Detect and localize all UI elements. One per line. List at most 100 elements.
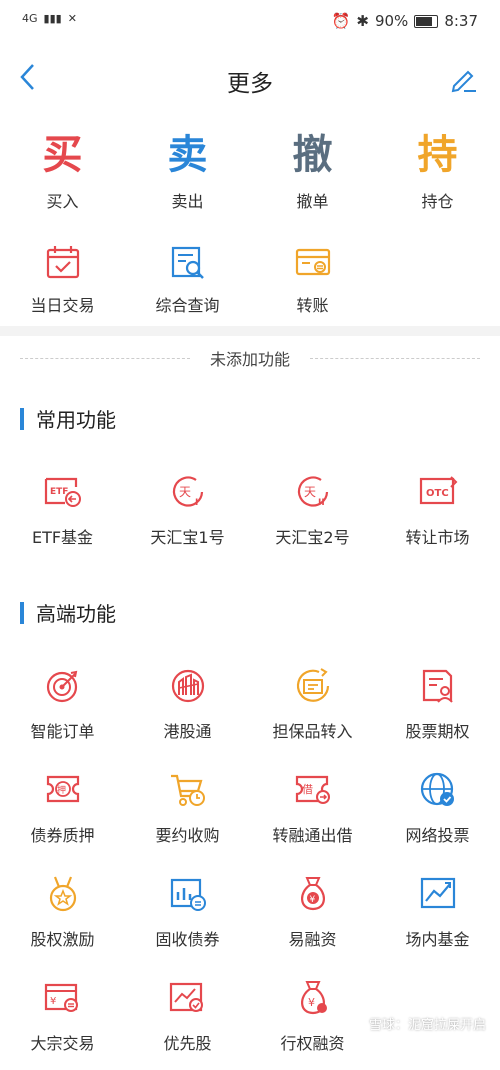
func-tianhui1-label: 天汇宝1号 bbox=[150, 528, 225, 547]
svg-text:借: 借 bbox=[302, 783, 313, 796]
func-tianhui2-label: 天汇宝2号 bbox=[275, 528, 350, 547]
wifi-icon: ✕ bbox=[67, 12, 77, 25]
quick-position[interactable]: 持 持仓 bbox=[375, 116, 500, 220]
svg-text:天: 天 bbox=[179, 485, 191, 499]
quick-transfer[interactable]: 转账 bbox=[250, 220, 375, 324]
func-refinancing-lend[interactable]: 借 转融通出借 bbox=[250, 758, 375, 862]
hk-stock-icon bbox=[166, 664, 210, 708]
svg-text:¥: ¥ bbox=[50, 996, 56, 1007]
status-left: 4G ▮▮▮ ✕ bbox=[22, 12, 77, 25]
func-exercise-finance[interactable]: ¥ 行权融资 bbox=[250, 966, 375, 1070]
func-equity-incentive-label: 股权激励 bbox=[30, 930, 95, 949]
func-otc-label: 转让市场 bbox=[405, 528, 470, 547]
svg-text:I: I bbox=[195, 498, 198, 508]
func-collateral[interactable]: 担保品转入 bbox=[250, 654, 375, 758]
func-tianhui2[interactable]: 天 II 天汇宝2号 bbox=[250, 460, 375, 564]
search-doc-icon bbox=[166, 240, 210, 284]
func-preferred-stock-label: 优先股 bbox=[163, 1034, 212, 1053]
advanced-grid: 智能订单 港股通 担保品转入 股票期权 押 债券质押 要约收购 借 转融通出借 bbox=[0, 654, 500, 1070]
cart-icon bbox=[166, 768, 210, 812]
signal-text: 4G bbox=[22, 12, 38, 25]
func-tender-offer-label: 要约收购 bbox=[155, 826, 220, 845]
func-hk-stock[interactable]: 港股通 bbox=[125, 654, 250, 758]
clock: 8:37 bbox=[444, 12, 478, 30]
etf-icon: ETF bbox=[41, 470, 85, 514]
unadded-divider: 未添加功能 bbox=[0, 340, 500, 376]
quick-buy-label: 买入 bbox=[46, 192, 79, 211]
quick-query[interactable]: 综合查询 bbox=[125, 220, 250, 324]
svg-text:天: 天 bbox=[304, 485, 316, 499]
quick-buy[interactable]: 买 买入 bbox=[0, 116, 125, 220]
status-right: ⏰ ✱ 90% 8:37 bbox=[332, 12, 478, 30]
func-online-vote-label: 网络投票 bbox=[405, 826, 470, 845]
func-otc[interactable]: OTC 转让市场 bbox=[375, 460, 500, 564]
func-bond-pledge[interactable]: 押 债券质押 bbox=[0, 758, 125, 862]
collateral-icon bbox=[291, 664, 335, 708]
quick-cancel[interactable]: 撤 撤单 bbox=[250, 116, 375, 220]
func-easy-finance[interactable]: ¥ 易融资 bbox=[250, 862, 375, 966]
func-fixed-income[interactable]: 固收债券 bbox=[125, 862, 250, 966]
func-tianhui1[interactable]: 天I 天汇宝1号 bbox=[125, 460, 250, 564]
svg-text:押: 押 bbox=[57, 784, 66, 796]
edit-pencil-icon bbox=[451, 70, 476, 93]
svg-text:¥: ¥ bbox=[309, 895, 315, 905]
func-tender-offer[interactable]: 要约收购 bbox=[125, 758, 250, 862]
globe-vote-icon bbox=[416, 768, 460, 812]
func-block-trade-label: 大宗交易 bbox=[30, 1034, 95, 1053]
otc-icon: OTC bbox=[416, 470, 460, 514]
battery-icon bbox=[414, 14, 439, 28]
func-smart-order-label: 智能订单 bbox=[30, 722, 95, 741]
tianhui2-icon: 天 II bbox=[291, 470, 335, 514]
card-transfer-icon bbox=[291, 240, 335, 284]
unadded-label: 未添加功能 bbox=[210, 350, 291, 369]
func-etf-label: ETF基金 bbox=[31, 528, 94, 547]
exercise-finance-icon: ¥ bbox=[291, 976, 335, 1020]
svg-text:OTC: OTC bbox=[426, 488, 449, 499]
quick-query-label: 综合查询 bbox=[155, 296, 220, 315]
lend-icon: 借 bbox=[291, 768, 335, 812]
position-icon: 持 bbox=[417, 132, 458, 178]
func-equity-incentive[interactable]: 股权激励 bbox=[0, 862, 125, 966]
tianhui1-icon: 天I bbox=[166, 470, 210, 514]
func-preferred-stock[interactable]: 优先股 bbox=[125, 966, 250, 1070]
func-bond-pledge-label: 债券质押 bbox=[30, 826, 95, 845]
option-icon bbox=[416, 664, 460, 708]
quick-position-label: 持仓 bbox=[421, 192, 454, 211]
header: 更多 bbox=[0, 44, 500, 114]
advanced-section-title: 高端功能 bbox=[20, 598, 116, 627]
page-title: 更多 bbox=[227, 71, 273, 97]
block-trade-icon: ¥ bbox=[41, 976, 85, 1020]
edit-button[interactable] bbox=[448, 64, 478, 98]
func-block-trade[interactable]: ¥ 大宗交易 bbox=[0, 966, 125, 1070]
quick-cancel-label: 撤单 bbox=[296, 192, 329, 211]
quick-daily-trade[interactable]: 当日交易 bbox=[0, 220, 125, 324]
func-etf[interactable]: ETF ETF基金 bbox=[0, 460, 125, 564]
quick-sell-label: 卖出 bbox=[171, 192, 204, 211]
fixed-income-icon bbox=[166, 872, 210, 916]
func-refinancing-lend-label: 转融通出借 bbox=[272, 826, 353, 845]
preferred-icon bbox=[166, 976, 210, 1020]
bluetooth-icon: ✱ bbox=[356, 12, 369, 30]
fund-chart-icon bbox=[416, 872, 460, 916]
quick-actions: 买 买入 卖 卖出 撤 撤单 持 持仓 当日交易 综合查询 转账 bbox=[0, 116, 500, 324]
quick-transfer-label: 转账 bbox=[296, 296, 329, 315]
func-hk-stock-label: 港股通 bbox=[163, 722, 212, 741]
quick-daily-trade-label: 当日交易 bbox=[30, 296, 95, 315]
common-grid: ETF ETF基金 天I 天汇宝1号 天 II 天汇宝2号 OTC 转让市场 bbox=[0, 460, 500, 564]
section-divider bbox=[0, 326, 500, 336]
func-stock-option[interactable]: 股票期权 bbox=[375, 654, 500, 758]
func-online-vote[interactable]: 网络投票 bbox=[375, 758, 500, 862]
func-smart-order[interactable]: 智能订单 bbox=[0, 654, 125, 758]
common-section-title: 常用功能 bbox=[20, 404, 116, 433]
func-onexchange-fund-label: 场内基金 bbox=[405, 930, 470, 949]
status-bar: 4G ▮▮▮ ✕ ⏰ ✱ 90% 8:37 bbox=[0, 0, 500, 44]
quick-sell[interactable]: 卖 卖出 bbox=[125, 116, 250, 220]
alarm-icon: ⏰ bbox=[331, 12, 351, 30]
signal-icon: ▮▮▮ bbox=[43, 12, 62, 25]
bond-pledge-icon: 押 bbox=[41, 768, 85, 812]
buy-icon: 买 bbox=[42, 132, 83, 178]
func-exercise-finance-label: 行权融资 bbox=[280, 1034, 345, 1053]
medal-icon bbox=[41, 872, 85, 916]
func-onexchange-fund[interactable]: 场内基金 bbox=[375, 862, 500, 966]
watermark: 雪球：泥窟拉屎开启 bbox=[368, 1018, 486, 1033]
